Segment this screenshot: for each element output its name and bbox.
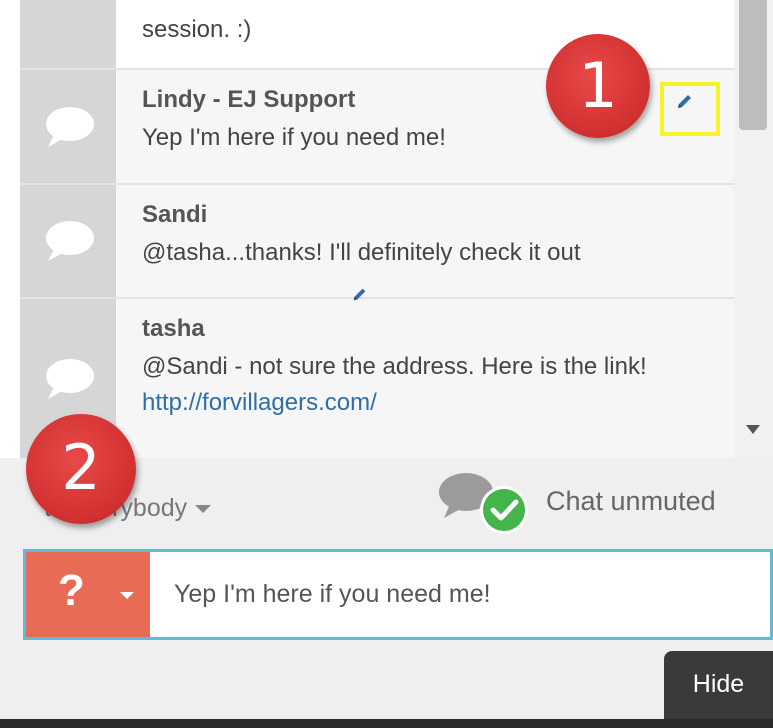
message-input[interactable] <box>150 552 770 637</box>
message-item: tasha @Sandi - not sure the address. Her… <box>20 297 734 458</box>
avatar <box>20 0 116 68</box>
avatar <box>20 185 116 297</box>
pencil-icon[interactable] <box>676 92 694 110</box>
caret-down-icon <box>195 505 212 514</box>
speech-bubble-icon <box>46 106 94 147</box>
scroll-thumb[interactable] <box>739 0 767 130</box>
speech-bubble-icon <box>46 358 94 399</box>
chat-unmuted-icon[interactable] <box>436 470 536 536</box>
message-author: tasha <box>142 315 205 342</box>
message-author: Lindy - EJ Support <box>142 86 356 113</box>
question-button[interactable]: ? <box>26 552 150 637</box>
mute-status-label: Chat unmuted <box>546 486 716 516</box>
message-item: Sandi @tasha...thanks! I'll definitely c… <box>20 183 734 297</box>
message-link[interactable]: http://forvillagers.com/ <box>142 389 377 416</box>
question-mark-icon: ? <box>58 566 85 615</box>
message-scrollbar[interactable] <box>734 0 773 458</box>
avatar <box>20 70 116 183</box>
annotation-badge-2: 2 <box>26 414 136 524</box>
message-body: Sandi @tasha...thanks! I'll definitely c… <box>116 185 734 297</box>
bottom-bar <box>0 719 773 728</box>
speech-bubble-icon <box>46 221 94 261</box>
triangle-down-icon[interactable] <box>746 425 760 434</box>
message-body: tasha @Sandi - not sure the address. Her… <box>116 299 734 458</box>
message-author: Sandi <box>142 201 208 228</box>
message-list: session. :) Lindy - EJ Support Yep I'm h… <box>0 0 773 458</box>
message-text: @tasha...thanks! I'll definitely check i… <box>142 239 581 266</box>
hide-button[interactable]: Hide <box>664 651 773 719</box>
caret-down-icon <box>120 592 134 599</box>
message-text: @Sandi - not sure the address. Here is t… <box>142 349 694 421</box>
message-composer: ? <box>23 549 773 640</box>
message-text-part: @Sandi - not sure the address. Here is t… <box>142 353 647 380</box>
annotation-badge-1: 1 <box>546 34 650 138</box>
pencil-icon[interactable] <box>352 286 368 302</box>
